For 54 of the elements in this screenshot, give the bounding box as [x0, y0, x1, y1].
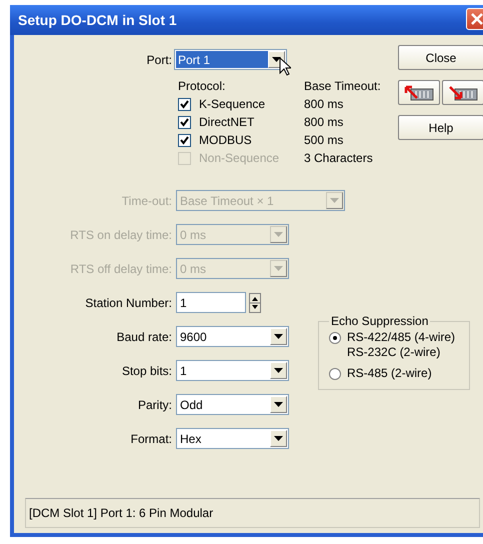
radio-label: RS-422/485 (4-wire): [347, 330, 456, 345]
combo-box[interactable]: 1: [176, 360, 289, 381]
close-icon[interactable]: [466, 8, 483, 30]
field-label: Parity:: [136, 398, 173, 412]
mouse-cursor-icon: [279, 57, 291, 76]
radio-label: RS-232C (2-wire): [347, 345, 442, 360]
field-label: Format:: [130, 432, 173, 446]
protocol-label: Non-Sequence: [199, 150, 280, 166]
field-label: Stop bits:: [120, 364, 173, 378]
protocol-label: MODBUS: [199, 132, 252, 148]
protocol-heading: Protocol:: [178, 78, 226, 94]
field-label: Station Number:: [84, 296, 173, 310]
timeout-value: 800 ms: [304, 114, 344, 130]
radio-button[interactable]: [329, 332, 341, 344]
radio-label: RS-485 (2-wire): [347, 366, 432, 381]
dropdown-arrow-icon: [330, 198, 339, 203]
radio-dot-icon: [333, 336, 337, 340]
dropdown-arrow-icon: [274, 402, 283, 407]
timeout-heading: Base Timeout:: [304, 78, 382, 94]
module-arrow-icon: [403, 84, 435, 102]
number-field[interactable]: 1: [176, 292, 246, 313]
transfer-button[interactable]: [442, 80, 483, 105]
checkbox[interactable]: [178, 134, 191, 146]
field-label: RTS off delay time:: [69, 262, 173, 276]
group-title: Echo Suppression: [330, 314, 430, 328]
combo-box[interactable]: 9600: [176, 326, 289, 347]
checkbox[interactable]: [178, 116, 191, 128]
dropdown-arrow-icon: [274, 436, 283, 441]
timeout-value: 800 ms: [304, 96, 344, 112]
dropdown-arrow-icon: [272, 57, 281, 62]
combo-box[interactable]: Hex: [176, 428, 289, 449]
protocol-label: K-Sequence: [199, 96, 266, 112]
checkbox[interactable]: [178, 98, 191, 110]
field-label: Port:: [146, 52, 173, 66]
field-label: RTS on delay time:: [69, 228, 173, 242]
dropdown-arrow-icon: [274, 368, 283, 373]
protocol-label: DirectNET: [199, 114, 254, 130]
module-arrow-icon: [447, 84, 479, 102]
dialog-button[interactable]: Help: [398, 115, 483, 140]
spinner-icon[interactable]: [249, 292, 261, 312]
combo-box[interactable]: Port 1: [174, 49, 287, 70]
timeout-value: 3 Characters: [304, 150, 374, 166]
field-label: Baud rate:: [116, 330, 173, 344]
dialog-button[interactable]: Close: [398, 45, 483, 70]
field-label: Time-out:: [120, 194, 173, 208]
combo-box[interactable]: Odd: [176, 394, 289, 415]
radio-button[interactable]: [329, 368, 341, 380]
dropdown-arrow-icon: [274, 266, 283, 271]
dropdown-arrow-icon: [274, 232, 283, 237]
dropdown-arrow-icon: [274, 334, 283, 339]
timeout-value: 500 ms: [304, 132, 344, 148]
transfer-button[interactable]: [398, 80, 440, 105]
status-text: [DCM Slot 1] Port 1: 6 Pin Modular: [29, 506, 214, 520]
window-title: Setup DO-DCM in Slot 1: [18, 12, 177, 28]
